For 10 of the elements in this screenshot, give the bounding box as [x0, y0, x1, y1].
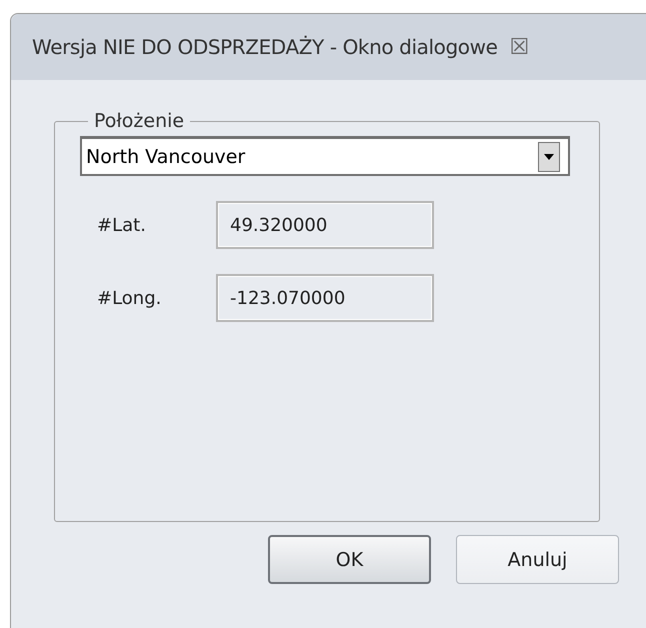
- value-field[interactable]: -123.070000: [216, 274, 434, 322]
- group-legend: Położenie: [88, 110, 190, 132]
- close-button[interactable]: ☒: [509, 36, 530, 58]
- window-title: Wersja NIE DO ODSPRZEDAŻY - Okno dialogowe: [32, 35, 498, 59]
- field-label: #Lat.: [97, 214, 147, 236]
- cancel-button[interactable]: Anuluj: [456, 535, 619, 584]
- field-label: #Long.: [97, 288, 162, 308]
- value-field[interactable]: 49.320000: [216, 201, 434, 249]
- location-dropdown[interactable]: North Vancouver: [80, 136, 570, 176]
- ok-button[interactable]: OK: [268, 535, 431, 584]
